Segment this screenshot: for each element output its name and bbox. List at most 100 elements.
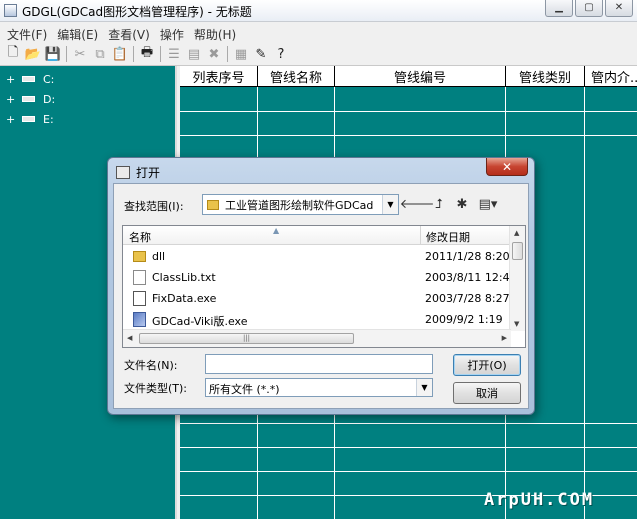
- window-title: GDGL(GDCad图形文档管理程序) - 无标题: [22, 5, 252, 19]
- new-folder-icon[interactable]: ✱: [453, 195, 471, 213]
- drive-icon: [22, 96, 35, 102]
- tree-item-drive-e[interactable]: + E:: [6, 111, 54, 127]
- file-date: 2011/1/28 8:20: [425, 250, 510, 263]
- toolbar: 🗋 📂 💾 ✂ ⧉ 📋 🖶 ☰ ▤ ✖ ▦ ✎ ?: [0, 43, 637, 66]
- filename-input[interactable]: [205, 354, 433, 374]
- toolbar-separator: [227, 46, 228, 62]
- expand-icon[interactable]: +: [6, 113, 16, 126]
- drive-icon: [22, 116, 35, 122]
- look-in-combo[interactable]: 工业管道图形绘制软件GDCad ▼: [202, 194, 399, 215]
- exe-icon: [133, 291, 146, 306]
- filetype-combo[interactable]: 所有文件 (*.*) ▼: [205, 378, 433, 397]
- expand-icon[interactable]: +: [6, 93, 16, 106]
- app-icon: [4, 4, 17, 17]
- look-in-label: 查找范围(I):: [124, 200, 184, 213]
- list-icon[interactable]: ☰: [164, 44, 184, 64]
- column-header-number[interactable]: 管线编号: [335, 66, 506, 87]
- cancel-button[interactable]: 取消: [453, 382, 521, 404]
- minimize-button[interactable]: ▁: [545, 0, 573, 17]
- menu-view[interactable]: 查看(V): [103, 24, 155, 43]
- exe-icon: [133, 312, 146, 327]
- file-name: ClassLib.txt: [152, 271, 216, 284]
- grid-line: [584, 87, 585, 519]
- watermark: ArpUH.COM: [484, 490, 595, 510]
- menu-edit[interactable]: 编辑(E): [52, 24, 103, 43]
- print-icon[interactable]: 🖶: [137, 44, 157, 64]
- file-name: GDCad-Viki版.exe: [152, 315, 248, 328]
- help-icon[interactable]: ?: [271, 44, 291, 64]
- text-file-icon: [133, 270, 146, 285]
- sort-caret-icon: ▲: [273, 226, 280, 235]
- pencil-icon[interactable]: ✎: [251, 44, 271, 64]
- scroll-right-icon[interactable]: ▶: [502, 334, 507, 342]
- look-in-value: 工业管道图形绘制软件GDCad: [225, 198, 374, 212]
- up-folder-icon[interactable]: ⮥: [430, 195, 448, 213]
- paste-icon[interactable]: 📋: [110, 44, 130, 64]
- expand-icon[interactable]: +: [6, 73, 16, 86]
- properties-icon[interactable]: ▤: [184, 44, 204, 64]
- filetype-value: 所有文件 (*.*): [209, 383, 280, 396]
- scroll-left-icon[interactable]: ◀: [127, 334, 132, 342]
- grid-line: [180, 423, 637, 424]
- list-item[interactable]: dll 2011/1/28 8:20: [123, 246, 511, 267]
- dialog-title: 打开: [136, 166, 161, 180]
- dialog-body: 查找范围(I): 工业管道图形绘制软件GDCad ▼ 🡐 ⮥ ✱ ▤▾ ▲ 名称…: [113, 183, 529, 409]
- vertical-scrollbar[interactable]: ▲ ▼: [509, 226, 525, 331]
- menu-operate[interactable]: 操作: [155, 24, 189, 43]
- column-header-index[interactable]: 列表序号: [180, 66, 258, 87]
- column-header-medium[interactable]: 管内介...: [585, 66, 637, 87]
- close-button[interactable]: ✕: [605, 0, 633, 17]
- title-bar: GDGL(GDCad图形文档管理程序) - 无标题 ▁ ▢ ✕: [0, 0, 637, 22]
- toolbar-separator: [66, 46, 67, 62]
- file-list[interactable]: ▲ 名称 修改日期 dll 2011/1/28 8:20 ClassLib.tx…: [122, 225, 526, 348]
- grid-line: [180, 111, 637, 112]
- column-header-modified[interactable]: 修改日期: [420, 226, 511, 245]
- drive-label: C:: [43, 72, 55, 86]
- tree-item-drive-d[interactable]: + D:: [6, 91, 55, 107]
- grid-line: [180, 447, 637, 448]
- scroll-up-icon[interactable]: ▲: [514, 229, 519, 237]
- menu-file[interactable]: 文件(F): [2, 24, 52, 43]
- chevron-down-icon[interactable]: ▼: [416, 379, 432, 396]
- filename-label: 文件名(N):: [124, 359, 178, 372]
- open-icon[interactable]: 📂: [23, 44, 43, 64]
- file-name: FixData.exe: [152, 292, 217, 305]
- scroll-thumb[interactable]: [512, 242, 523, 260]
- column-header-category[interactable]: 管线类别: [506, 66, 585, 87]
- drive-icon: [22, 76, 35, 82]
- folder-icon: [207, 199, 219, 210]
- column-header-name[interactable]: 管线名称: [258, 66, 335, 87]
- scroll-down-icon[interactable]: ▼: [514, 320, 519, 328]
- grid-line: [180, 135, 637, 136]
- maximize-button[interactable]: ▢: [575, 0, 603, 17]
- filetype-label: 文件类型(T):: [124, 382, 188, 395]
- toolbar-separator: [160, 46, 161, 62]
- back-icon[interactable]: 🡐: [400, 195, 435, 213]
- view-menu-icon[interactable]: ▤▾: [475, 195, 501, 213]
- chevron-down-icon[interactable]: ▼: [382, 195, 398, 214]
- list-item[interactable]: GDCad-Viki版.exe 2009/9/2 1:19: [123, 309, 511, 330]
- view-icon[interactable]: ▦: [231, 44, 251, 64]
- copy-icon[interactable]: ⧉: [90, 44, 110, 64]
- drive-label: E:: [43, 112, 54, 126]
- menu-help[interactable]: 帮助(H): [189, 24, 241, 43]
- toolbar-separator: [133, 46, 134, 62]
- delete-icon[interactable]: ✖: [204, 44, 224, 64]
- cut-icon[interactable]: ✂: [70, 44, 90, 64]
- scroll-thumb[interactable]: |||: [139, 333, 354, 344]
- folder-icon: [133, 251, 146, 262]
- tree-item-drive-c[interactable]: + C:: [6, 71, 54, 87]
- file-date: 2003/7/28 8:27: [425, 292, 510, 305]
- file-date: 2003/8/11 12:42: [425, 271, 517, 284]
- column-header-filename[interactable]: 名称: [129, 229, 151, 245]
- open-button[interactable]: 打开(O): [453, 354, 521, 376]
- window-controls: ▁ ▢ ✕: [545, 0, 633, 17]
- drive-label: D:: [43, 92, 56, 106]
- new-icon[interactable]: 🗋: [3, 44, 23, 64]
- list-item[interactable]: FixData.exe 2003/7/28 8:27: [123, 288, 511, 309]
- save-icon[interactable]: 💾: [43, 44, 63, 64]
- horizontal-scrollbar[interactable]: ◀ ||| ▶: [123, 329, 511, 347]
- menu-bar: 文件(F) 编辑(E) 查看(V) 操作 帮助(H): [0, 24, 637, 43]
- dialog-close-button[interactable]: ✕: [486, 158, 528, 176]
- list-item[interactable]: ClassLib.txt 2003/8/11 12:42: [123, 267, 517, 288]
